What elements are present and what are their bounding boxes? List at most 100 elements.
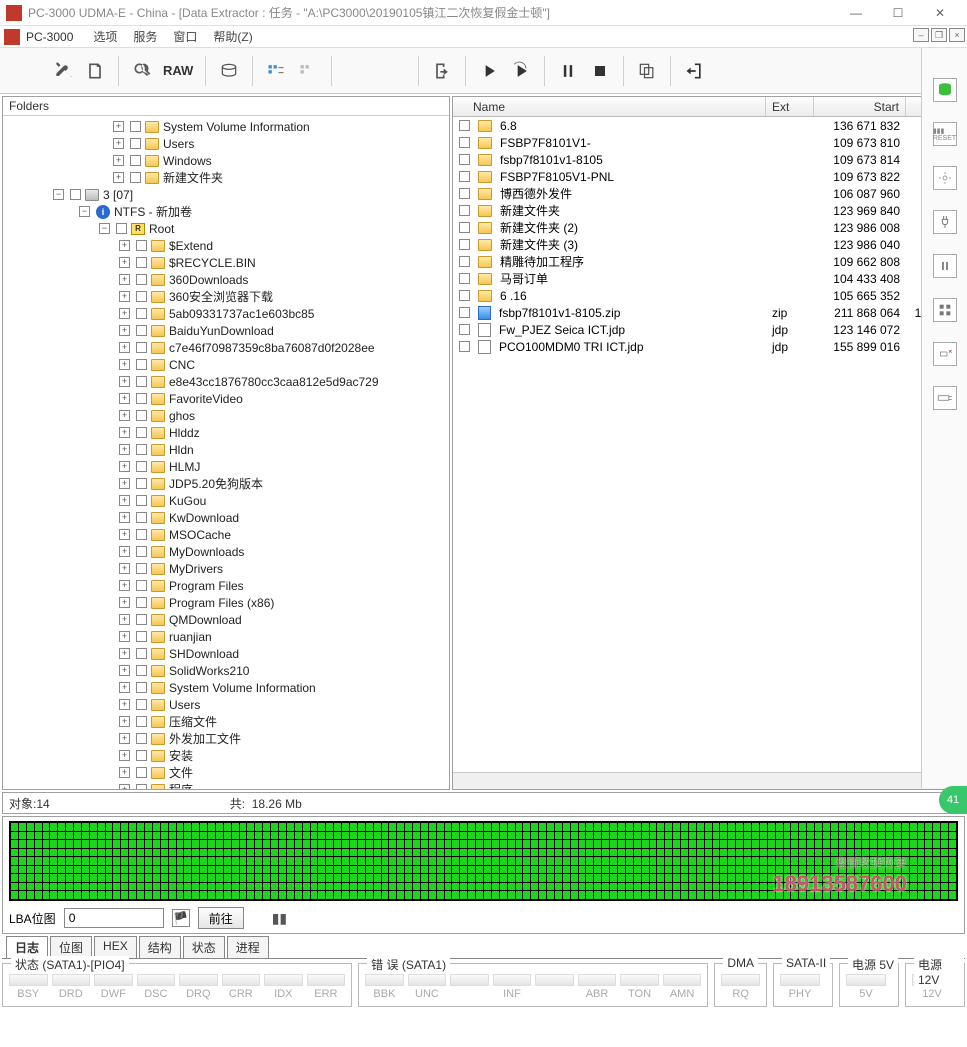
list-row[interactable]: 马哥订单104 433 4081 064 (453, 270, 964, 287)
scrollbar-h[interactable] (453, 772, 964, 789)
checkbox[interactable] (459, 188, 470, 199)
expander-icon[interactable]: + (119, 427, 130, 438)
checkbox[interactable] (136, 325, 147, 336)
checkbox[interactable] (136, 580, 147, 591)
list-row[interactable]: 新建文件夹 (2)123 986 00820 617 (453, 219, 964, 236)
list-row[interactable]: 博西德外发件106 087 9602 719 (453, 185, 964, 202)
sensor-icon[interactable] (933, 166, 957, 190)
list-row[interactable]: 新建文件夹123 969 84020 601 (453, 202, 964, 219)
tree-row[interactable]: +System Volume Information (3, 679, 449, 696)
checkbox[interactable] (136, 784, 147, 789)
checkbox[interactable] (136, 716, 147, 727)
checkbox[interactable] (459, 324, 470, 335)
tree-row[interactable]: +e8e43cc1876780cc3caa812e5d9ac729 (3, 373, 449, 390)
checkbox[interactable] (459, 290, 470, 301)
checkbox[interactable] (136, 750, 147, 761)
checkbox[interactable] (136, 682, 147, 693)
map-button-1[interactable] (261, 56, 291, 86)
menu-选项[interactable]: 选项 (85, 28, 125, 46)
tree-row[interactable]: +KuGou (3, 492, 449, 509)
list-row[interactable]: PCO100MDM0 TRI ICT.jdpjdp155 899 01652 5… (453, 338, 964, 355)
expander-icon[interactable]: + (119, 257, 130, 268)
tree[interactable]: +System Volume Information+Users+Windows… (3, 116, 449, 789)
tree-row[interactable]: +Program Files (3, 577, 449, 594)
menu-服务[interactable]: 服务 (125, 28, 165, 46)
disconnect-icon[interactable] (933, 342, 957, 366)
tree-row[interactable]: +HLMJ (3, 458, 449, 475)
expander-icon[interactable]: + (119, 784, 130, 789)
tree-row[interactable]: +Users (3, 696, 449, 713)
list-row[interactable]: fsbp7f8101v1-8105109 673 8146 305 (453, 151, 964, 168)
tree-row[interactable]: +Hlddz (3, 424, 449, 441)
expander-icon[interactable]: + (113, 172, 124, 183)
tree-row[interactable]: +SHDownload (3, 645, 449, 662)
tree-row[interactable]: +$RECYCLE.BIN (3, 254, 449, 271)
sector-map[interactable] (9, 821, 958, 901)
checkbox[interactable] (459, 256, 470, 267)
tree-row[interactable]: +KwDownload (3, 509, 449, 526)
expander-icon[interactable]: + (119, 529, 130, 540)
close-button[interactable]: ✕ (919, 1, 961, 25)
tree-row[interactable]: +压缩文件 (3, 713, 449, 730)
expander-icon[interactable]: + (119, 478, 130, 489)
checkbox[interactable] (136, 240, 147, 251)
tree-row[interactable]: +外发加工文件 (3, 730, 449, 747)
list-row[interactable]: 6 .16105 665 3522 296 (453, 287, 964, 304)
col-start[interactable]: Start (814, 97, 906, 116)
expander-icon[interactable]: + (119, 359, 130, 370)
checkbox[interactable] (136, 767, 147, 778)
checkbox[interactable] (136, 614, 147, 625)
connector-icon[interactable] (933, 386, 957, 410)
expander-icon[interactable]: + (119, 750, 130, 761)
list-row[interactable]: 6.8136 671 83233 303 (453, 117, 964, 134)
checkbox[interactable] (136, 512, 147, 523)
maximize-button[interactable]: ☐ (877, 1, 919, 25)
checkbox[interactable] (459, 171, 470, 182)
tree-row[interactable]: +JDP5.20免狗版本 (3, 475, 449, 492)
list-row[interactable]: 精雕待加工程序109 662 8086 294 (453, 253, 964, 270)
checkbox[interactable] (136, 376, 147, 387)
expander-icon[interactable]: + (119, 410, 130, 421)
expander-icon[interactable]: + (119, 580, 130, 591)
expander-icon[interactable]: + (119, 665, 130, 676)
raw-button[interactable]: RAW (159, 56, 197, 86)
tree-row[interactable]: +360安全浏览器下载 (3, 288, 449, 305)
pause-side-icon[interactable] (933, 254, 957, 278)
expander-icon[interactable]: + (119, 648, 130, 659)
grid-icon[interactable] (933, 298, 957, 322)
tree-row[interactable]: +$Extend (3, 237, 449, 254)
checkbox[interactable] (70, 189, 81, 200)
expander-icon[interactable]: + (113, 138, 124, 149)
expander-icon[interactable]: + (119, 512, 130, 523)
checkbox[interactable] (459, 222, 470, 233)
stop-button[interactable] (585, 56, 615, 86)
expander-icon[interactable]: + (119, 274, 130, 285)
expander-icon[interactable]: + (119, 767, 130, 778)
tree-row[interactable]: +安装 (3, 747, 449, 764)
tab-结构[interactable]: 结构 (139, 936, 181, 958)
tree-row[interactable]: +FavoriteVideo (3, 390, 449, 407)
expander-icon[interactable]: + (113, 121, 124, 132)
file-list[interactable]: 6.8136 671 83233 303FSBP7F8101V1-109 673… (453, 117, 964, 772)
checkbox[interactable] (459, 137, 470, 148)
pause-small-icon[interactable]: ▮▮ (272, 910, 287, 927)
checkbox[interactable] (136, 648, 147, 659)
lba-flag-icon[interactable]: 🏴 (172, 909, 190, 927)
tree-row[interactable]: −RRoot (3, 220, 449, 237)
expander-icon[interactable]: + (119, 393, 130, 404)
tree-row[interactable]: +MSOCache (3, 526, 449, 543)
tree-row[interactable]: +5ab09331737ac1e603bc85 (3, 305, 449, 322)
mdi-min[interactable]: – (913, 28, 929, 42)
checkbox[interactable] (136, 427, 147, 438)
menu-窗口[interactable]: 窗口 (165, 28, 205, 46)
tree-row[interactable]: +文件 (3, 764, 449, 781)
drive-status-icon[interactable] (933, 78, 957, 102)
tree-row[interactable]: +ghos (3, 407, 449, 424)
checkbox[interactable] (459, 239, 470, 250)
checkbox[interactable] (459, 120, 470, 131)
expander-icon[interactable]: − (79, 206, 90, 217)
expander-icon[interactable]: + (119, 308, 130, 319)
tree-row[interactable]: −iNTFS - 新加卷 (3, 203, 449, 220)
checkbox[interactable] (136, 665, 147, 676)
tab-位图[interactable]: 位图 (50, 936, 92, 958)
